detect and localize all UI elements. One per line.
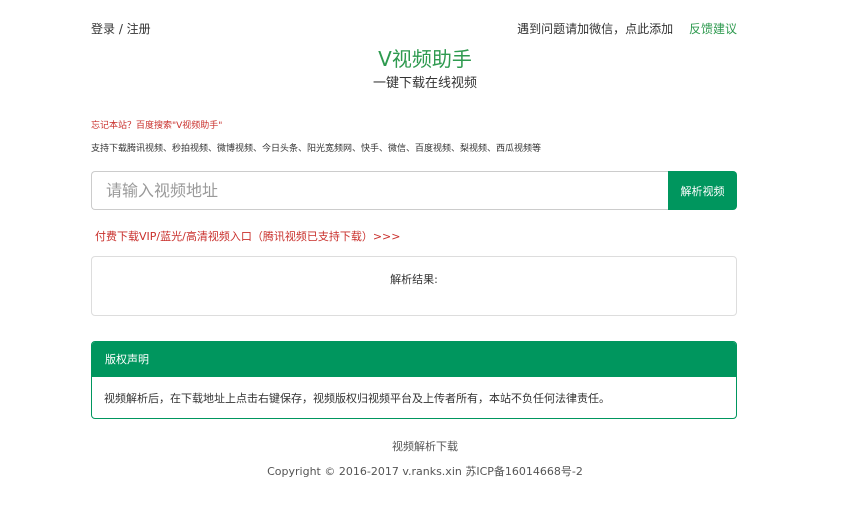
- copyright-text: Copyright © 2016-2017 v.ranks.xin 苏ICP备1…: [267, 465, 583, 478]
- wechat-notice-link[interactable]: 遇到问题请加微信，点此添加: [517, 22, 673, 36]
- login-register-link[interactable]: 登录 / 注册: [91, 20, 151, 37]
- parse-video-button[interactable]: 解析视频: [668, 171, 737, 210]
- copyright-panel: 版权声明 视频解析后，在下载地址上点击右键保存，视频版权归视频平台及上传者所有，…: [91, 341, 737, 419]
- panel-body: 视频解析后，在下载地址上点击右键保存，视频版权归视频平台及上传者所有，本站不负任…: [104, 392, 610, 405]
- bookmark-hint: 忘记本站？百度搜索"V视频助手": [91, 121, 223, 131]
- result-label: 解析结果:: [390, 273, 438, 286]
- site-subtitle: 一键下载在线视频: [372, 76, 477, 91]
- site-header: V视频助手 一键下载在线视频: [0, 46, 850, 92]
- panel-heading: 版权声明: [92, 342, 736, 377]
- top-bar: 登录 / 注册 遇到问题请加微信，点此添加 反馈建议: [91, 20, 737, 36]
- result-box: 解析结果:: [91, 256, 737, 316]
- search-form: 解析视频: [91, 171, 737, 210]
- top-right-links: 遇到问题请加微信，点此添加 反馈建议: [517, 20, 737, 37]
- vip-download-link[interactable]: 付费下载VIP/蓝光/高清视频入口（腾讯视频已支持下载）>>>: [95, 228, 400, 244]
- video-url-input[interactable]: [91, 171, 668, 210]
- supported-sites-text: 支持下载腾讯视频、秒拍视频、微博视频、今日头条、阳光宽频网、快手、微信、百度视频…: [91, 144, 542, 154]
- site-title: V视频助手: [378, 47, 472, 71]
- footer-link[interactable]: 视频解析下载: [0, 438, 850, 454]
- feedback-link[interactable]: 反馈建议: [689, 22, 737, 36]
